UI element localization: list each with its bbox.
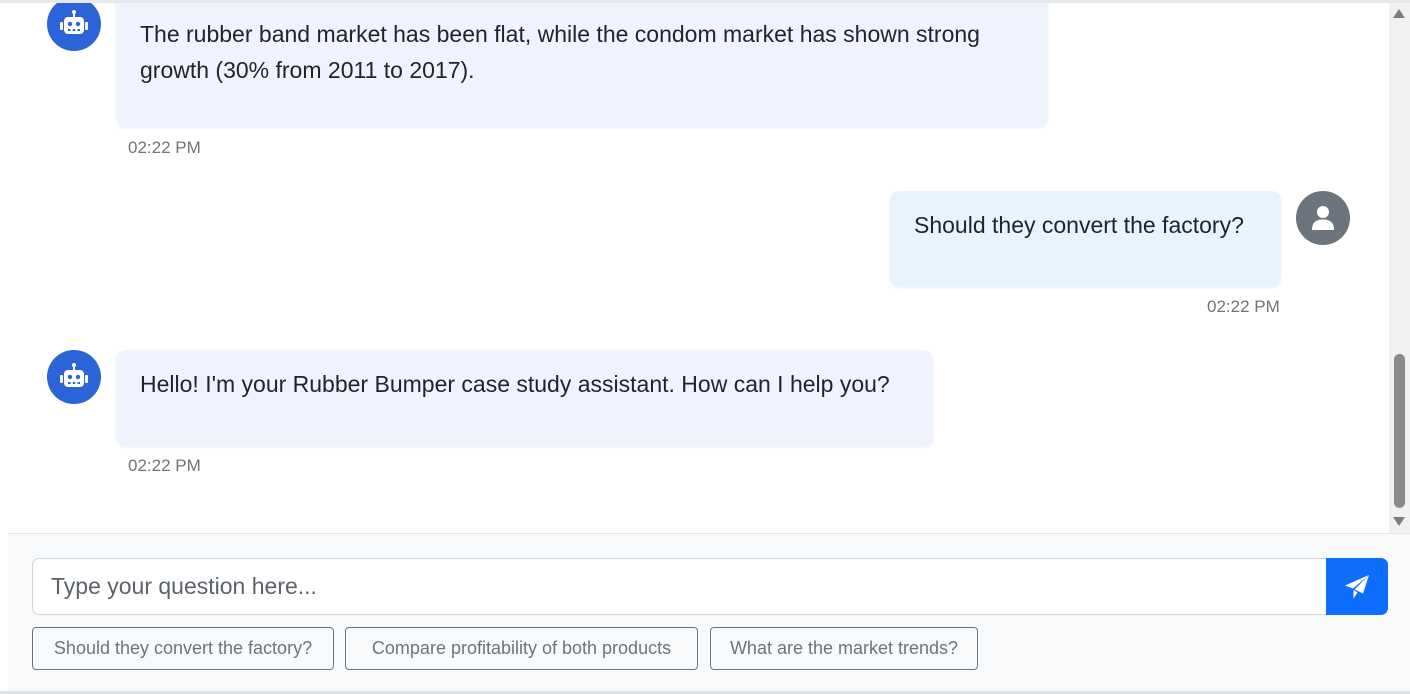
message-timestamp: 02:22 PM <box>128 138 201 157</box>
bot-message-bubble: Hello! I'm your Rubber Bumper case study… <box>116 350 933 446</box>
suggestion-compare-profitability[interactable]: Compare profitability of both products <box>345 627 698 670</box>
chat-input-panel: Should they convert the factory? Compare… <box>8 533 1410 692</box>
user-message-text: Should they convert the factory? <box>914 212 1244 238</box>
robot-icon <box>60 363 88 387</box>
bot-message-text: The rubber band market has been flat, wh… <box>140 21 980 83</box>
scroll-up-arrow-icon[interactable] <box>1393 9 1405 18</box>
bot-message-text: Hello! I'm your Rubber Bumper case study… <box>140 371 890 397</box>
suggestion-market-trends[interactable]: What are the market trends? <box>710 627 978 670</box>
suggestion-convert-factory[interactable]: Should they convert the factory? <box>32 627 334 670</box>
question-input-group <box>32 558 1388 615</box>
user-avatar <box>1296 191 1350 245</box>
paper-plane-icon <box>1345 574 1369 598</box>
bot-avatar <box>47 3 101 51</box>
user-message-bubble: Should they convert the factory? <box>890 191 1281 287</box>
message-timestamp: 02:22 PM <box>128 456 201 475</box>
scroll-thumb[interactable] <box>1394 354 1405 508</box>
user-icon <box>1312 206 1334 230</box>
chat-page: The rubber band market has been flat, wh… <box>0 0 1410 694</box>
chat-scrollbar[interactable] <box>1389 3 1410 533</box>
robot-icon <box>60 10 88 34</box>
bot-message-bubble: The rubber band market has been flat, wh… <box>116 3 1048 127</box>
chat-messages[interactable]: The rubber band market has been flat, wh… <box>8 3 1389 533</box>
question-input[interactable] <box>32 558 1326 615</box>
scroll-down-arrow-icon[interactable] <box>1393 517 1405 526</box>
bot-avatar <box>47 350 101 404</box>
send-button[interactable] <box>1326 558 1388 615</box>
message-timestamp: 02:22 PM <box>1207 297 1280 316</box>
